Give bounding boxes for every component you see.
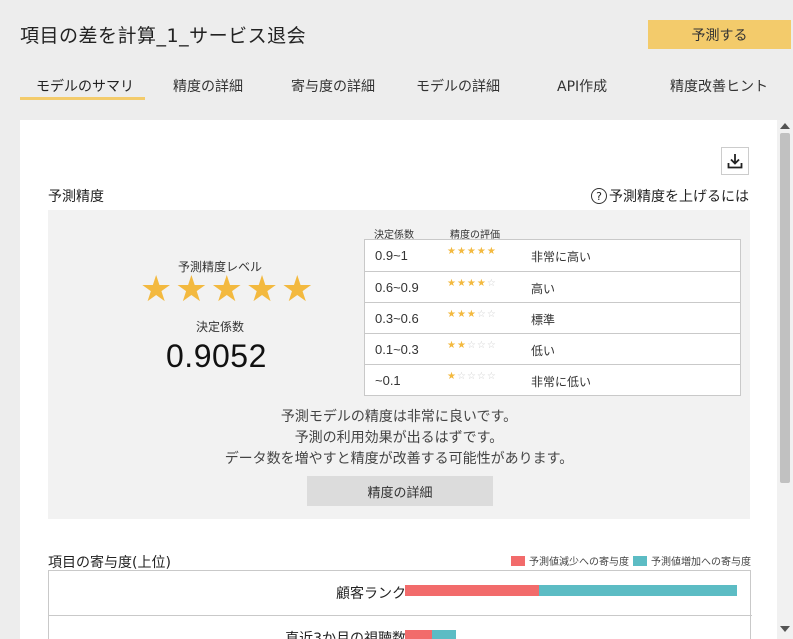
contribution-table: 顧客ランク 直近3か月の視聴数 xyxy=(48,570,752,639)
accuracy-level-stars: ★ ★ ★ ★ ★ xyxy=(140,272,313,308)
eval-table-row: 0.3~0.6 ★★★☆☆ 標準 xyxy=(365,302,740,333)
accuracy-eval-table: 0.9~1 ★★★★★ 非常に高い 0.6~0.9 ★★★★☆ 高い 0.3~0… xyxy=(364,239,741,396)
accuracy-message-line: 予測モデルの精度は非常に良いです。 xyxy=(280,409,518,425)
eval-label: 非常に高い xyxy=(531,250,592,264)
eval-table-row: 0.6~0.9 ★★★★☆ 高い xyxy=(365,271,740,302)
legend-swatch-increase xyxy=(633,555,647,566)
eval-range: 0.6~0.9 xyxy=(375,280,419,295)
contribution-bar-increase xyxy=(432,630,456,639)
legend-label-increase: 予測値増加への寄与度 xyxy=(651,557,751,568)
eval-label: 低い xyxy=(531,344,556,358)
header-bar xyxy=(0,0,793,120)
eval-label: 非常に低い xyxy=(531,375,592,389)
contribution-legend: 予測値減少への寄与度 予測値増加への寄与度 xyxy=(511,553,751,568)
eval-range: 0.9~1 xyxy=(375,248,408,263)
contribution-bar-decrease xyxy=(405,585,539,596)
eval-table-row: 0.9~1 ★★★★★ 非常に高い xyxy=(365,240,740,271)
eval-stars: ★★★★☆ xyxy=(447,278,497,289)
contribution-row: 直近3か月の視聴数 xyxy=(49,615,752,639)
eval-stars: ★★★☆☆ xyxy=(447,309,497,320)
contribution-label: 直近3か月の視聴数 xyxy=(285,631,406,639)
tab-model-summary[interactable]: モデルのサマリ xyxy=(36,76,134,96)
tab-contribution-detail[interactable]: 寄与度の詳細 xyxy=(291,76,375,96)
eval-table-row: 0.1~0.3 ★★☆☆☆ 低い xyxy=(365,333,740,364)
coefficient-value: 0.9052 xyxy=(166,338,267,374)
eval-stars: ★★☆☆☆ xyxy=(447,340,497,351)
contribution-section-title: 項目の寄与度(上位) xyxy=(48,555,171,571)
scroll-down-icon[interactable] xyxy=(780,626,790,632)
star-icon: ★ xyxy=(210,269,243,310)
eval-range: 0.3~0.6 xyxy=(375,311,419,326)
predict-button[interactable]: 予測する xyxy=(648,20,791,49)
download-icon xyxy=(727,154,743,169)
eval-label: 標準 xyxy=(531,313,556,327)
tab-model-detail[interactable]: モデルの詳細 xyxy=(416,76,500,96)
legend-label-decrease: 予測値減少への寄与度 xyxy=(529,557,629,568)
tab-accuracy-hints[interactable]: 精度改善ヒント xyxy=(670,76,768,96)
legend-swatch-decrease xyxy=(511,555,525,566)
star-icon: ★ xyxy=(175,269,208,310)
eval-range: ~0.1 xyxy=(375,373,401,388)
improve-accuracy-label: 予測精度を上げるには xyxy=(609,189,749,205)
scroll-up-icon[interactable] xyxy=(780,123,790,129)
download-button[interactable] xyxy=(721,147,749,175)
help-icon: ? xyxy=(591,188,607,204)
eval-label: 高い xyxy=(531,282,556,296)
eval-table-row: ~0.1 ★☆☆☆☆ 非常に低い xyxy=(365,364,740,395)
active-tab-indicator xyxy=(20,97,145,100)
page-title: 項目の差を計算_1_サービス退会 xyxy=(20,25,307,47)
tab-api-create[interactable]: API作成 xyxy=(557,76,607,96)
star-icon: ★ xyxy=(281,269,314,310)
coefficient-label: 決定係数 xyxy=(196,320,245,334)
eval-stars: ★☆☆☆☆ xyxy=(447,371,497,382)
contribution-row: 顧客ランク xyxy=(49,571,752,615)
eval-stars: ★★★★★ xyxy=(447,246,497,257)
accuracy-message-line: データ数を増やすと精度が改善する可能性があります。 xyxy=(224,451,574,467)
star-icon: ★ xyxy=(140,269,173,310)
accuracy-message-line: 予測の利用効果が出るはずです。 xyxy=(294,430,504,446)
accuracy-section-title: 予測精度 xyxy=(48,189,104,205)
accuracy-detail-button[interactable]: 精度の詳細 xyxy=(307,476,493,506)
contribution-bar-decrease xyxy=(405,630,432,639)
contribution-label: 顧客ランク xyxy=(336,586,406,602)
scrollbar-thumb[interactable] xyxy=(780,133,790,483)
accuracy-box: 予測精度レベル ★ ★ ★ ★ ★ 決定係数 0.9052 決定係数 精度の評価… xyxy=(48,210,750,519)
eval-range: 0.1~0.3 xyxy=(375,342,419,357)
tab-accuracy-detail[interactable]: 精度の詳細 xyxy=(173,76,243,96)
contribution-bar-increase xyxy=(539,585,737,596)
star-icon: ★ xyxy=(245,269,279,310)
improve-accuracy-link[interactable]: ? 予測精度を上げるには xyxy=(591,186,749,206)
summary-panel: 予測精度 ? 予測精度を上げるには 予測精度レベル ★ ★ ★ ★ ★ 決定係数… xyxy=(20,120,777,639)
